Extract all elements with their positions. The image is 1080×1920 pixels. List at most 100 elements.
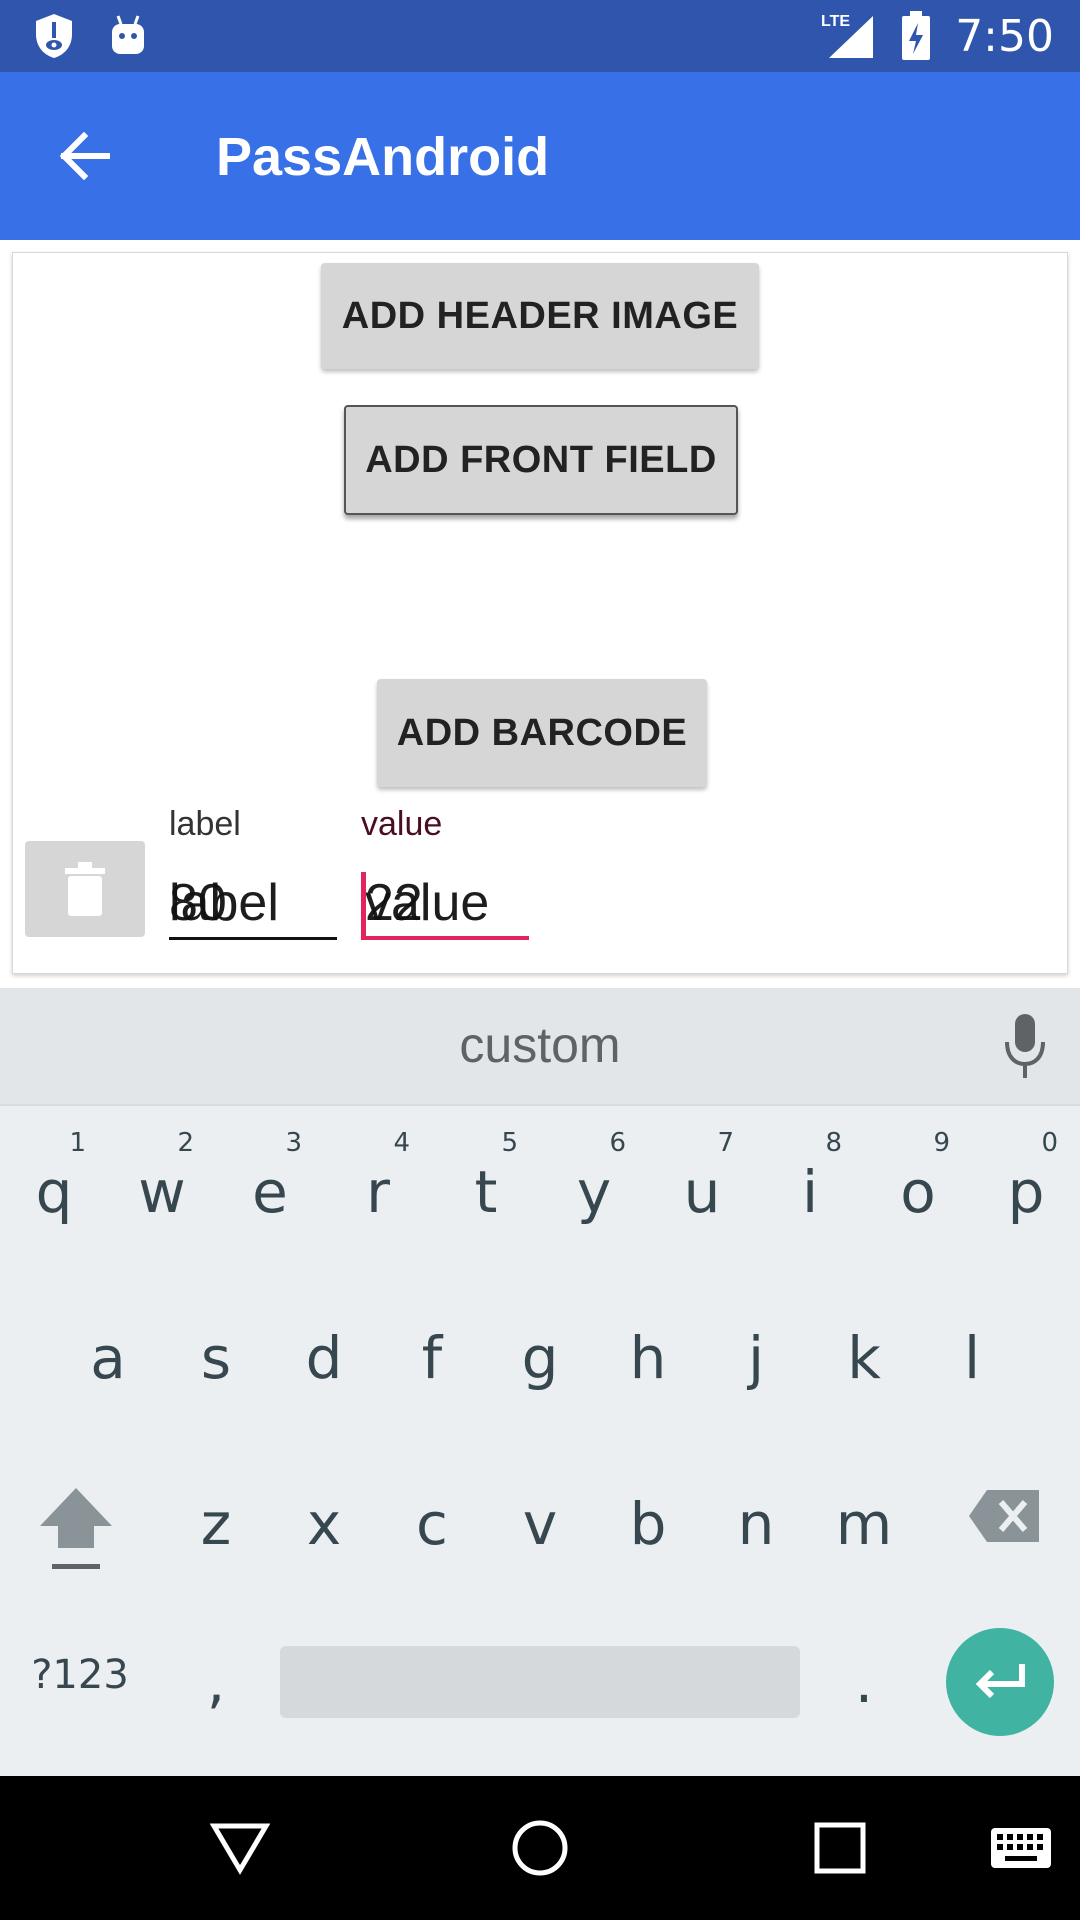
field-value-group: value value 22 — [361, 805, 529, 940]
key-i[interactable]: 8i — [756, 1118, 864, 1258]
comma-key-label: , — [206, 1648, 226, 1716]
trash-icon — [65, 862, 105, 916]
key-t[interactable]: 5t — [432, 1118, 540, 1258]
microphone-icon[interactable] — [1000, 1012, 1050, 1082]
key-v[interactable]: v — [486, 1450, 594, 1590]
key-k-label: k — [847, 1324, 881, 1392]
arrow-back-icon[interactable] — [50, 122, 118, 190]
key-v-label: v — [522, 1490, 558, 1558]
key-n-label: n — [737, 1490, 775, 1558]
key-y-number-hint: 6 — [609, 1128, 626, 1158]
backspace-icon — [969, 1490, 1039, 1542]
key-r-number-hint: 4 — [393, 1128, 410, 1158]
add-front-field-button[interactable]: ADD FRONT FIELD — [344, 405, 738, 515]
home-nav-icon[interactable] — [504, 1812, 576, 1884]
add-header-image-button[interactable]: ADD HEADER IMAGE — [321, 263, 759, 369]
key-q-label: q — [35, 1158, 73, 1226]
network-type-label: LTE — [821, 13, 850, 30]
shift-key[interactable] — [20, 1458, 128, 1598]
value-input[interactable]: value 22 — [361, 866, 529, 940]
key-n[interactable]: n — [702, 1450, 810, 1590]
navigation-bar — [0, 1776, 1080, 1920]
key-o-label: o — [900, 1158, 936, 1226]
comma-key[interactable]: , — [162, 1608, 270, 1748]
key-y-label: y — [576, 1158, 612, 1226]
key-o[interactable]: 9o — [864, 1118, 972, 1258]
key-b[interactable]: b — [594, 1450, 702, 1590]
label-input[interactable]: label 80 — [169, 866, 337, 940]
delete-field-button[interactable] — [25, 841, 145, 937]
key-i-number-hint: 8 — [825, 1128, 842, 1158]
backspace-key[interactable] — [950, 1458, 1060, 1598]
period-key[interactable]: . — [810, 1608, 918, 1748]
symbols-key[interactable]: ?123 — [20, 1608, 140, 1748]
battery-charging-icon — [899, 10, 933, 62]
key-g-label: g — [521, 1324, 559, 1392]
key-e-number-hint: 3 — [285, 1128, 302, 1158]
key-t-label: t — [474, 1158, 498, 1226]
key-u[interactable]: 7u — [648, 1118, 756, 1258]
key-a[interactable]: a — [54, 1284, 162, 1424]
key-c[interactable]: c — [378, 1450, 486, 1590]
back-nav-icon[interactable] — [204, 1812, 276, 1884]
symbols-key-label: ?123 — [31, 1652, 129, 1698]
enter-icon — [975, 1664, 1025, 1699]
key-u-number-hint: 7 — [717, 1128, 734, 1158]
key-e[interactable]: 3e — [216, 1118, 324, 1258]
recents-nav-icon[interactable] — [804, 1812, 876, 1884]
lte-signal-icon: LTE — [821, 10, 877, 62]
keyboard-switch-icon[interactable] — [984, 1812, 1058, 1884]
key-d-label: d — [305, 1324, 343, 1392]
label-caption: label — [169, 805, 241, 843]
key-p[interactable]: 0p — [972, 1118, 1080, 1258]
key-f-label: f — [421, 1324, 443, 1392]
key-d[interactable]: d — [270, 1284, 378, 1424]
value-caption: value — [361, 805, 443, 843]
key-z[interactable]: z — [162, 1450, 270, 1590]
key-r-label: r — [366, 1158, 390, 1226]
key-o-number-hint: 9 — [933, 1128, 950, 1158]
field-label-group: label label 80 — [169, 805, 337, 940]
key-l[interactable]: l — [918, 1284, 1026, 1424]
app-bar: PassAndroid — [0, 72, 1080, 240]
key-q[interactable]: 1q — [0, 1118, 108, 1258]
key-f[interactable]: f — [378, 1284, 486, 1424]
suggestion-word[interactable]: custom — [0, 1016, 1080, 1074]
key-m[interactable]: m — [810, 1450, 918, 1590]
key-i-label: i — [801, 1158, 819, 1226]
key-y[interactable]: 6y — [540, 1118, 648, 1258]
shift-icon — [40, 1488, 112, 1569]
space-bar[interactable] — [280, 1646, 800, 1718]
key-r[interactable]: 4r — [324, 1118, 432, 1258]
key-x[interactable]: x — [270, 1450, 378, 1590]
period-key-label: . — [854, 1648, 874, 1716]
clock-time: 7:50 — [955, 10, 1054, 62]
key-c-label: c — [416, 1490, 448, 1558]
key-s-label: s — [200, 1324, 232, 1392]
key-k[interactable]: k — [810, 1284, 918, 1424]
key-e-label: e — [252, 1158, 288, 1226]
soft-keyboard: custom ?123 , . 1 q 2 w 3 e 4 r 5 t 6 y … — [0, 988, 1080, 1776]
enter-key[interactable] — [946, 1628, 1054, 1736]
pass-editor-card: ADD HEADER IMAGE ADD FRONT FIELD ADD BAR… — [12, 252, 1068, 974]
key-g[interactable]: g — [486, 1284, 594, 1424]
key-j[interactable]: j — [702, 1284, 810, 1424]
key-b-label: b — [629, 1490, 667, 1558]
key-w-number-hint: 2 — [177, 1128, 194, 1158]
key-l-label: l — [963, 1324, 981, 1392]
key-w-label: w — [138, 1158, 186, 1226]
key-w[interactable]: 2w — [108, 1118, 216, 1258]
key-h[interactable]: h — [594, 1284, 702, 1424]
label-value: 80 — [169, 874, 227, 932]
android-debug-icon — [104, 10, 152, 62]
text-caret — [361, 872, 366, 936]
key-s[interactable]: s — [162, 1284, 270, 1424]
key-u-label: u — [683, 1158, 721, 1226]
suggestion-strip: custom — [0, 988, 1080, 1106]
status-bar: LTE 7:50 — [0, 0, 1080, 72]
key-p-label: p — [1007, 1158, 1045, 1226]
key-q-number-hint: 1 — [69, 1128, 86, 1158]
add-barcode-button[interactable]: ADD BARCODE — [377, 679, 707, 787]
key-a-label: a — [90, 1324, 126, 1392]
key-t-number-hint: 5 — [501, 1128, 518, 1158]
